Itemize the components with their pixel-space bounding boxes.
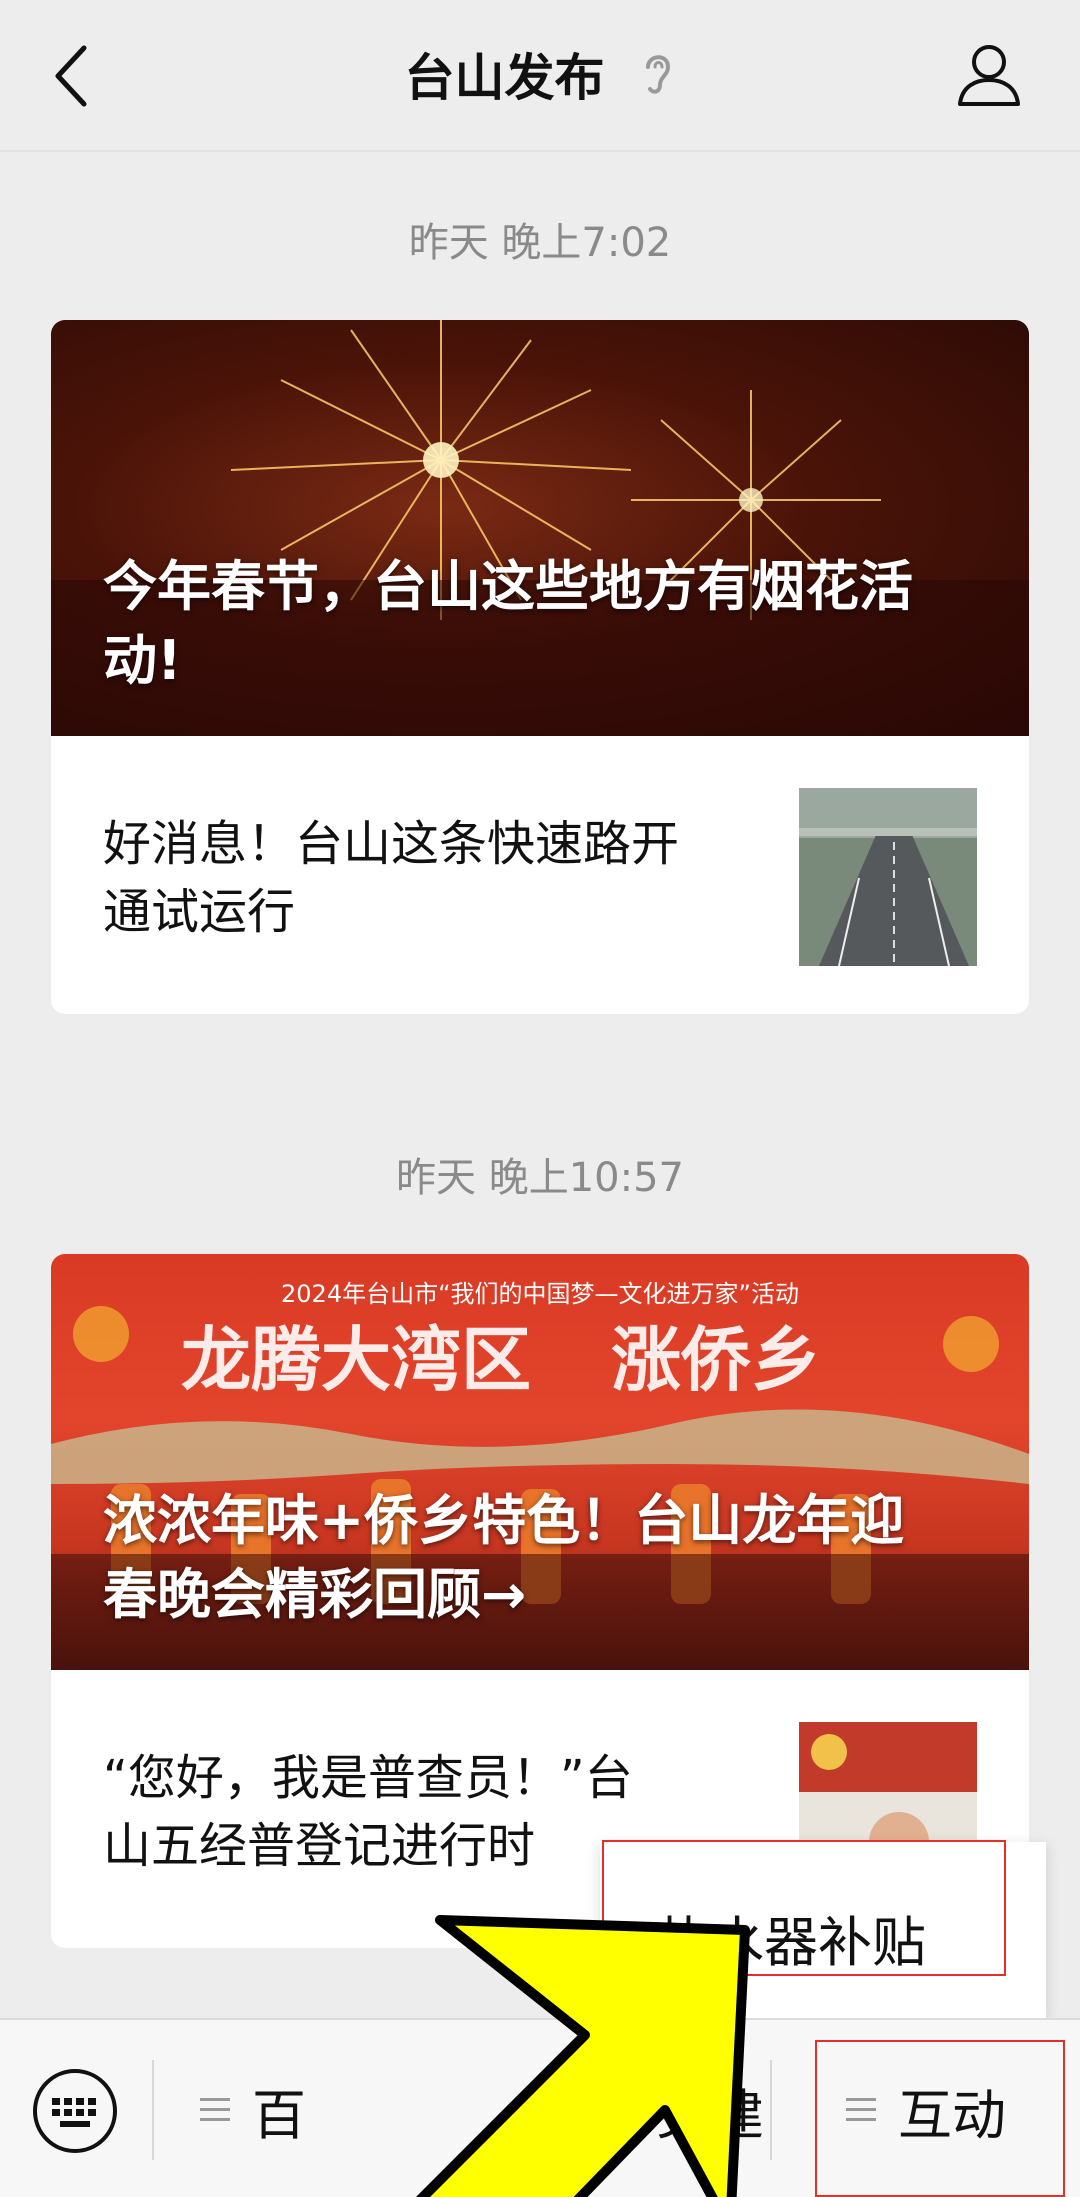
ear-icon	[645, 55, 670, 94]
menu-item-1[interactable]: 百	[200, 2070, 306, 2150]
chat-header: 台山发布	[0, 0, 1080, 152]
message-timestamp: 昨天 晚上10:57	[396, 1155, 684, 1201]
lead-article[interactable]: 2024年台山市“我们的中国梦—文化进万家”活动 龙腾大湾区 涨侨乡 浓浓年味+…	[51, 1254, 1029, 1670]
article-card: 今年春节，台山这些地方有烟花活 动! 好消息！台山这条快速路开 通试运行	[51, 320, 1029, 1014]
sub-article[interactable]: 好消息！台山这条快速路开 通试运行	[51, 736, 1029, 1014]
svg-text:龙腾大湾区: 龙腾大湾区	[181, 1318, 531, 1401]
account-title: 台山发布	[404, 49, 605, 107]
lead-article-title: 今年春节，台山这些地方有烟花活 动!	[103, 555, 913, 692]
person-icon	[958, 45, 1020, 106]
highway-thumbnail	[799, 788, 977, 966]
arrow-annotation-icon	[416, 1915, 750, 2197]
lead-article-title: 浓浓年味+侨乡特色！台山龙年迎 春晚会精彩回顾→	[103, 1489, 905, 1626]
menu-item-1-label: 百	[252, 2083, 306, 2147]
keyboard-icon	[33, 2069, 117, 2153]
keyboard-toggle-button[interactable]	[30, 2066, 120, 2156]
message-timestamp: 昨天 晚上7:02	[408, 220, 672, 266]
banner-text: 2024年台山市“我们的中国梦—文化进万家”活动	[281, 1280, 799, 1308]
lead-article[interactable]: 今年春节，台山这些地方有烟花活 动!	[51, 320, 1029, 736]
menu-lines-icon	[200, 2098, 230, 2121]
highlight-box-menu	[815, 2040, 1065, 2197]
menu-separator	[152, 2060, 154, 2160]
profile-button[interactable]	[954, 40, 1024, 110]
svg-text:涨侨乡: 涨侨乡	[611, 1318, 821, 1401]
sub-article-title: 好消息！台山这条快速路开 通试运行	[103, 816, 680, 940]
